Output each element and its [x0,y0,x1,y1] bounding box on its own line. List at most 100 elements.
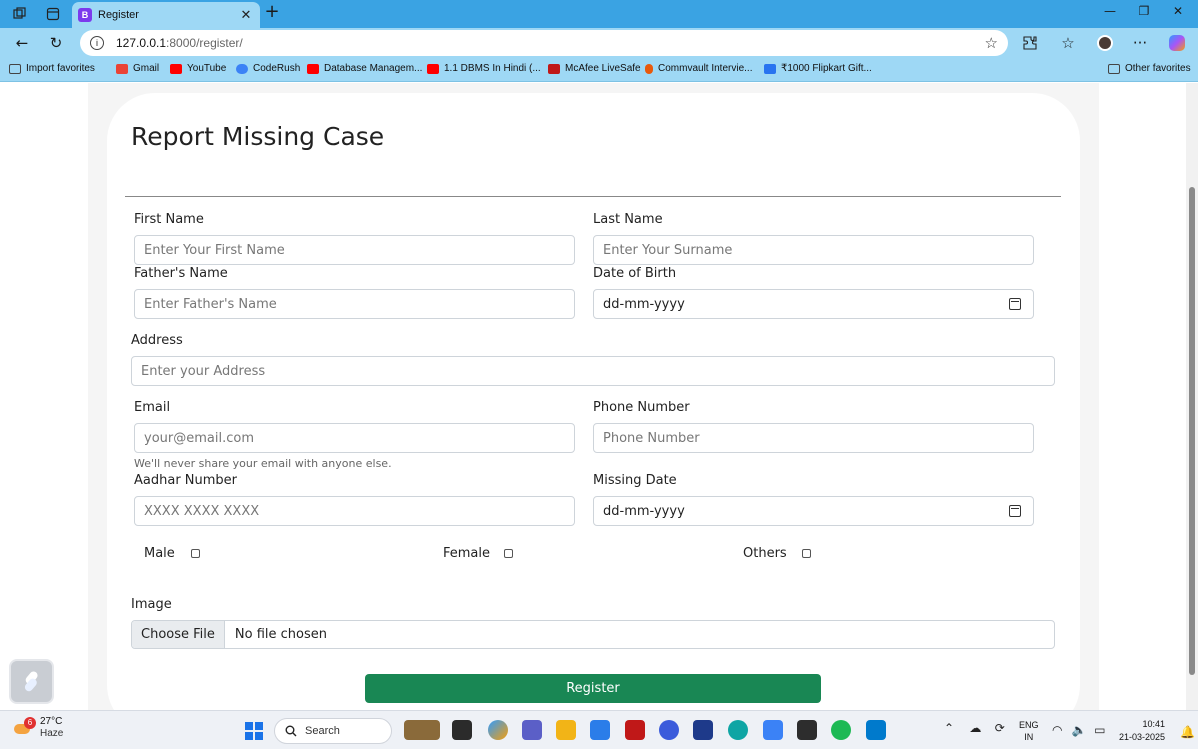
language-indicator[interactable]: ENG IN [1019,719,1039,743]
close-tab-icon[interactable]: ✕ [238,8,254,23]
gender-female-checkbox[interactable] [504,549,513,558]
minimize-icon[interactable]: — [1095,4,1125,22]
widgets-app-icon[interactable] [404,720,440,740]
address-field[interactable]: Enter your Address [131,356,1055,386]
clock[interactable]: 10:41 21-03-2025 [1115,718,1165,744]
pin-icon [645,63,653,74]
tab-register[interactable]: B Register ✕ [72,2,260,28]
workspaces-icon[interactable] [9,4,31,24]
search-icon [285,725,297,737]
youtube-icon [307,63,319,74]
last-name-field[interactable]: Enter Your Surname [593,235,1034,265]
copilot-icon[interactable] [1167,33,1187,53]
address-label: Address [131,333,183,348]
gender-male-label: Male [144,546,175,561]
image-file-input[interactable]: Choose File No file chosen [131,620,1055,649]
missing-date-field[interactable]: dd-mm-yyyy [593,496,1034,526]
scrollbar-thumb[interactable] [1189,187,1195,675]
taskbar: 6 27°C Haze Search ⌃ ☁ ⟳ ENG IN ◠ 🔈 ▭ 10… [0,710,1198,749]
terminal-icon[interactable] [797,720,817,740]
favorite-item[interactable]: Commvault Intervie... [645,63,752,74]
register-button[interactable]: Register [365,674,821,703]
start-button[interactable] [245,722,263,740]
gender-others-checkbox[interactable] [802,549,811,558]
maximize-icon[interactable]: ❐ [1129,4,1159,22]
teams-icon[interactable] [522,720,542,740]
copilot-app-icon[interactable] [488,720,508,740]
battery-icon: ▭ [1094,723,1106,737]
search-label: Search [305,725,340,737]
weather-widget[interactable]: 6 27°C Haze [14,716,63,740]
clock-date: 21-03-2025 [1118,732,1165,742]
site-info-icon[interactable]: i [90,36,104,50]
more-options-icon[interactable]: ··· [1130,33,1150,53]
back-icon[interactable]: ← [12,33,32,53]
favorite-item[interactable]: 1.1 DBMS In Hindi (... [427,63,541,74]
favorite-item[interactable]: ₹1000 Flipkart Gift... [764,63,872,74]
gmail-icon [116,63,128,74]
page-scrollbar[interactable] [1186,83,1198,710]
gender-female-label: Female [443,546,491,561]
region-code: IN [1024,732,1034,742]
spotify-icon[interactable] [831,720,851,740]
sync-icon[interactable]: ⟳ [995,721,1005,735]
network-volume-battery[interactable]: ◠ 🔈 ▭ [1052,723,1105,737]
aadhar-field[interactable]: XXXX XXXX XXXX [134,496,575,526]
navigation-bar: ← ↻ i 127.0.0.1:8000/register/ ☆ ☆ ··· [0,28,1198,58]
other-favorites[interactable]: Other favorites [1108,63,1191,74]
favorite-star-icon[interactable]: ☆ [985,34,998,52]
favorite-label: 1.1 DBMS In Hindi (... [444,63,541,74]
weather-condition: Haze [40,728,64,739]
app-icon[interactable] [763,720,783,740]
gender-male-checkbox[interactable] [191,549,200,558]
refresh-icon[interactable]: ↻ [46,33,66,53]
taskbar-search[interactable]: Search [274,718,392,744]
new-tab-icon[interactable]: + [262,3,282,23]
url-host: 127.0.0.1 [116,36,167,50]
tab-actions-icon[interactable] [42,4,64,24]
favorite-item[interactable]: Database Managem... [307,63,422,74]
mcafee-app-icon[interactable] [625,720,645,740]
favorite-item[interactable]: YouTube [170,63,226,74]
bootstrap-icon: B [78,8,92,22]
app-icon[interactable] [659,720,679,740]
task-view-icon[interactable] [452,720,472,740]
page-title: Report Missing Case [131,122,385,151]
favorite-label: CodeRush [253,63,301,74]
first-name-field[interactable]: Enter Your First Name [134,235,575,265]
edge-browser-icon[interactable] [728,720,748,740]
extensions-icon[interactable] [1020,33,1040,53]
show-hidden-icons-icon[interactable]: ⌃ [944,721,954,735]
language-code: ENG [1019,720,1039,730]
choose-file-button[interactable]: Choose File [132,621,225,648]
clock-time: 10:41 [1142,719,1165,729]
favorites-icon[interactable]: ☆ [1058,33,1078,53]
close-window-icon[interactable]: ✕ [1163,4,1193,22]
favorite-item[interactable]: McAfee LiveSafe [548,63,641,74]
email-help-text: We'll never share your email with anyone… [134,457,392,470]
father-name-field[interactable]: Enter Father's Name [134,289,575,319]
url-path: :8000/register/ [166,36,243,50]
notification-icon[interactable]: 🔔 [1180,725,1195,739]
other-favorites-label: Other favorites [1125,63,1191,74]
file-explorer-icon[interactable] [556,720,576,740]
microsoft-store-icon[interactable] [590,720,610,740]
coderush-icon [236,63,248,74]
favorite-item[interactable]: CodeRush [236,63,300,74]
floating-app-icon[interactable] [9,659,54,704]
missing-date-label: Missing Date [593,473,677,488]
phone-field[interactable]: Phone Number [593,423,1034,453]
onedrive-icon[interactable]: ☁ [969,721,981,735]
favorite-item[interactable]: Import favorites [9,63,95,74]
calendar-icon[interactable] [1009,505,1021,517]
app-icon[interactable] [693,720,713,740]
profile-avatar[interactable] [1095,33,1115,53]
address-bar[interactable]: i 127.0.0.1:8000/register/ ☆ [80,30,1008,56]
import-icon [9,63,21,74]
email-field[interactable]: your@email.com [134,423,575,453]
favorites-bar: Import favorites Gmail YouTube CodeRush … [0,58,1198,82]
dob-field[interactable]: dd-mm-yyyy [593,289,1034,319]
favorite-item[interactable]: Gmail [116,63,159,74]
vscode-icon[interactable] [866,720,886,740]
calendar-icon[interactable] [1009,298,1021,310]
